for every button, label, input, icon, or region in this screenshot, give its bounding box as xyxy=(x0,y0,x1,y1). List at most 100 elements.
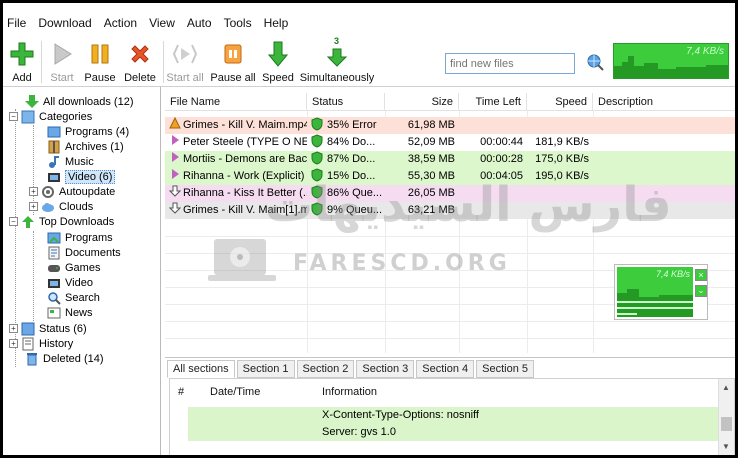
tree-item-history[interactable]: + History xyxy=(9,336,73,351)
column-size[interactable]: Size xyxy=(385,93,459,111)
tree-item-top-games[interactable]: Games xyxy=(47,260,100,275)
menu-download[interactable]: Download xyxy=(32,16,97,30)
tree-item-video[interactable]: Video (6) xyxy=(47,169,116,184)
tree-item-top-video[interactable]: Video xyxy=(47,275,93,290)
file-name: Peter Steele (TYPE O NE... xyxy=(183,136,307,148)
mini-speed-window[interactable]: 7,4 KB/s × ⌄ xyxy=(614,264,708,320)
file-size: 38,59 MB xyxy=(407,153,455,165)
mini-speed-readout: 7,4 KB/s xyxy=(655,269,690,279)
menu-help[interactable]: Help xyxy=(258,16,295,30)
tree-item-top-downloads[interactable]: − Top Downloads xyxy=(9,214,114,229)
collapse-toggle[interactable]: − xyxy=(9,112,18,121)
search-globe-icon[interactable] xyxy=(585,52,605,72)
speed-graph[interactable]: 7,4 KB/s xyxy=(613,43,729,79)
video-icon xyxy=(47,276,61,290)
downloads-icon xyxy=(25,94,39,109)
file-speed: 181,9 KB/s xyxy=(535,136,589,148)
pause-all-icon xyxy=(219,39,247,69)
file-time-left xyxy=(459,117,523,134)
tab-section-3[interactable]: Section 3 xyxy=(356,360,415,378)
status-shield-icon xyxy=(311,134,325,151)
menu-auto[interactable]: Auto xyxy=(181,16,218,30)
file-size: 61,98 MB xyxy=(407,119,455,131)
tab-section-5[interactable]: Section 5 xyxy=(476,360,535,378)
mini-chevron-down-icon[interactable]: ⌄ xyxy=(695,285,707,297)
tab-all-sections[interactable]: All sections xyxy=(167,360,235,378)
expand-toggle[interactable]: + xyxy=(9,324,18,333)
tab-section-4[interactable]: Section 4 xyxy=(416,360,475,378)
log-column-datetime: Date/Time xyxy=(210,386,261,398)
start-button[interactable]: Start xyxy=(47,37,77,87)
tree-item-all-downloads[interactable]: All downloads (12) xyxy=(25,94,134,109)
expand-toggle[interactable]: + xyxy=(29,187,38,196)
log-table: # Date/Time Information X-Content-Type-O… xyxy=(169,378,735,455)
column-file-name[interactable]: File Name xyxy=(165,93,307,111)
tree-item-clouds[interactable]: + Clouds xyxy=(29,199,93,214)
tree-item-top-search[interactable]: Search xyxy=(47,290,100,305)
log-row: X-Content-Type-Options: nosniff xyxy=(188,407,718,424)
tree-item-top-programs[interactable]: Programs xyxy=(47,230,113,245)
pause-button[interactable]: Pause xyxy=(84,37,116,87)
file-size: 52,09 MB xyxy=(407,136,455,148)
table-row[interactable]: Grimes - Kill V. Maim.mp4 35% Error 61,9… xyxy=(165,117,735,134)
scroll-up-arrow-icon[interactable]: ▲ xyxy=(722,383,730,392)
file-time-left: 00:00:44 xyxy=(480,136,523,148)
column-speed[interactable]: Speed xyxy=(527,93,593,111)
music-icon xyxy=(47,155,61,169)
tree-item-autoupdate[interactable]: + Autoupdate xyxy=(29,184,115,199)
menu-view[interactable]: View xyxy=(143,16,181,30)
start-all-icon xyxy=(171,39,199,69)
speed-arrow-icon xyxy=(264,39,292,69)
speed-readout: 7,4 KB/s xyxy=(686,46,724,57)
start-all-button[interactable]: Start all xyxy=(166,37,204,87)
tab-section-2[interactable]: Section 2 xyxy=(296,360,355,378)
simultaneously-button[interactable]: 3 Simultaneously xyxy=(300,36,375,87)
log-scrollbar[interactable]: ▲ ▼ xyxy=(718,379,734,455)
tree-item-music[interactable]: Music xyxy=(47,154,94,169)
expand-toggle[interactable]: + xyxy=(29,202,38,211)
top-programs-icon xyxy=(47,231,61,245)
tree-item-deleted[interactable]: Deleted (14) xyxy=(25,351,104,366)
watermark-arabic: فارس السيديهات xyxy=(265,177,672,233)
table-row[interactable]: Mortiis - Demons are Bac... 87% Do... 38… xyxy=(165,151,735,168)
column-time-left[interactable]: Time Left xyxy=(459,93,527,111)
status-icon xyxy=(21,322,35,336)
top-downloads-icon xyxy=(21,215,35,229)
delete-button[interactable]: Delete xyxy=(123,37,157,87)
scroll-thumb[interactable] xyxy=(721,417,732,431)
pause-all-button[interactable]: Pause all xyxy=(210,37,256,87)
gamepad-icon xyxy=(47,261,61,275)
toolbar: Add Start Pause Delete Start all Pause a… xyxy=(3,36,735,87)
tree-item-top-news[interactable]: News xyxy=(47,305,93,320)
menu-bar: File Download Action View Auto Tools Hel… xyxy=(3,13,735,33)
column-status[interactable]: Status xyxy=(307,93,385,111)
history-icon xyxy=(21,337,35,351)
tree-item-top-documents[interactable]: Documents xyxy=(47,245,121,260)
collapse-toggle[interactable]: − xyxy=(9,217,18,226)
simultaneous-icon: 3 xyxy=(323,36,351,69)
simultaneous-count: 3 xyxy=(334,36,340,46)
tree-item-programs[interactable]: Programs (4) xyxy=(47,124,129,139)
file-status: 35% Error xyxy=(327,119,377,131)
scroll-down-arrow-icon[interactable]: ▼ xyxy=(722,442,730,451)
menu-file[interactable]: File xyxy=(3,16,32,30)
mini-close-icon[interactable]: × xyxy=(695,269,707,281)
search-input[interactable] xyxy=(445,53,575,74)
column-description[interactable]: Description xyxy=(593,93,735,111)
tree-item-status[interactable]: + Status (6) xyxy=(9,321,87,336)
add-button[interactable]: Add xyxy=(7,37,37,87)
tab-section-1[interactable]: Section 1 xyxy=(236,360,295,378)
tree-item-categories[interactable]: − Categories xyxy=(9,109,92,124)
menu-action[interactable]: Action xyxy=(98,16,143,30)
table-row[interactable]: Peter Steele (TYPE O NE... 84% Do... 52,… xyxy=(165,134,735,151)
watermark-logo-icon xyxy=(208,235,280,287)
menu-tools[interactable]: Tools xyxy=(218,16,258,30)
expand-toggle[interactable]: + xyxy=(9,339,18,348)
trash-icon xyxy=(25,352,39,366)
search-icon xyxy=(47,291,61,305)
programs-icon xyxy=(47,125,61,139)
speed-button[interactable]: Speed xyxy=(261,37,295,87)
list-header: File Name Status Size Time Left Speed De… xyxy=(165,93,735,111)
app-window: File Download Action View Auto Tools Hel… xyxy=(3,3,735,455)
tree-item-archives[interactable]: Archives (1) xyxy=(47,139,124,154)
